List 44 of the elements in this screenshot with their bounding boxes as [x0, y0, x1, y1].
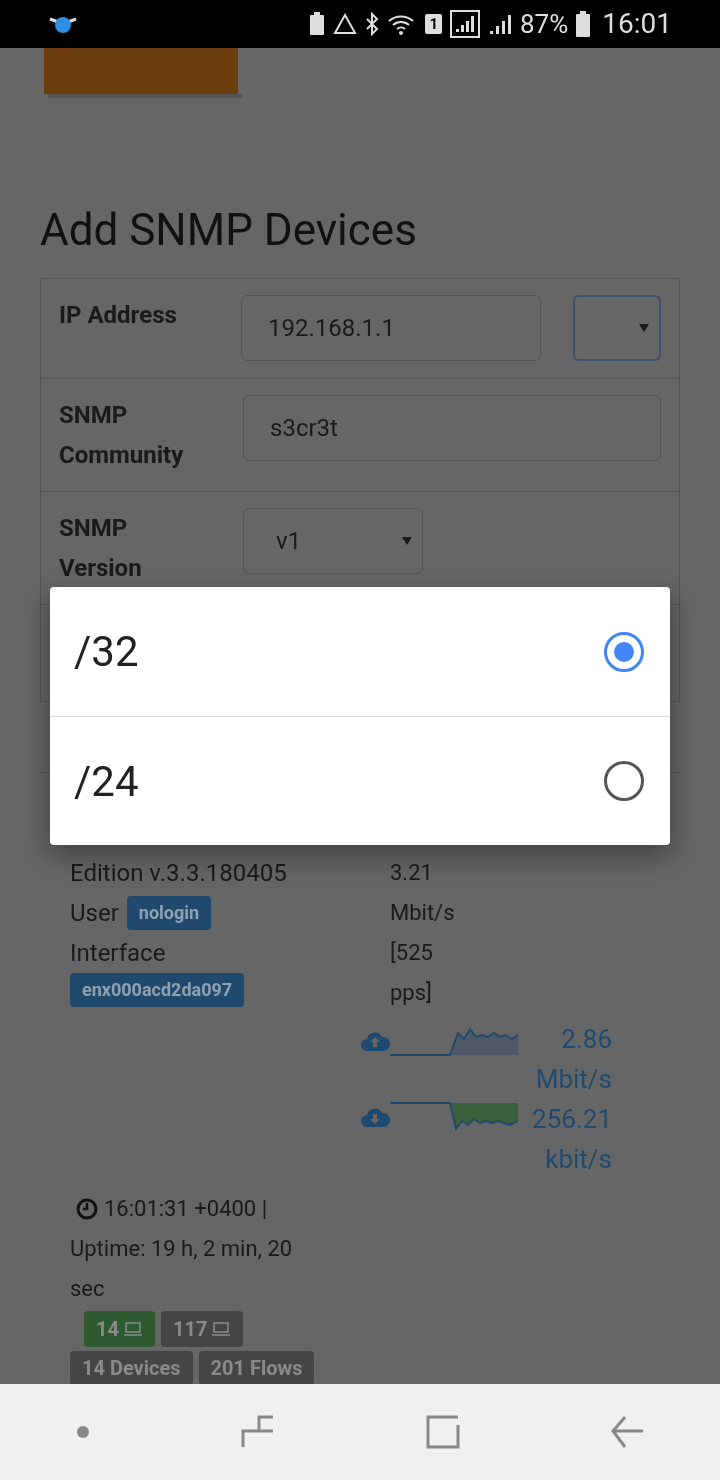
field-label: SNMP Version — [59, 513, 143, 584]
field-label: IP Address — [59, 300, 178, 331]
battery-saver-icon — [309, 12, 326, 36]
radio-button[interactable] — [604, 631, 644, 672]
uptime-text: Uptime: 19 h, 2 min, 20 sec — [70, 1235, 294, 1303]
throughput-text: 3.21 Mbit/s [525 pps] — [390, 859, 456, 1007]
bluetooth-icon — [365, 12, 380, 36]
dot-icon[interactable] — [75, 1425, 90, 1439]
user-badge: nologin — [126, 896, 212, 930]
signal-icon — [488, 12, 512, 36]
upload-rate: 2.86 Mbit/s — [534, 1023, 612, 1096]
caret-icon — [402, 537, 412, 545]
edition-text: Edition v.3.3.180405 — [70, 858, 288, 889]
caret-icon — [639, 324, 649, 332]
page-title: Add SNMP Devices — [40, 204, 418, 256]
signal-icon — [450, 10, 480, 38]
interface-label: Interface — [70, 938, 167, 969]
radio-button[interactable] — [604, 761, 644, 801]
clock: 16:01 — [602, 6, 672, 42]
field-label: SNMP Community — [59, 400, 185, 471]
user-label: User — [70, 898, 119, 929]
back-icon[interactable] — [610, 1415, 645, 1449]
community-field[interactable]: s3cr3t — [243, 395, 661, 461]
download-rate: 256.21 kbit/s — [531, 1103, 612, 1176]
cloud-upload-icon — [360, 1030, 390, 1052]
count-badge[interactable]: 14 Devices — [70, 1351, 193, 1385]
server-time: 16:01:31 +0400 | — [104, 1195, 268, 1223]
recent-apps-icon[interactable] — [240, 1415, 275, 1449]
netmask-option[interactable]: /32 — [50, 587, 670, 716]
laptop-icon — [122, 1321, 143, 1337]
ip-address-field[interactable]: 192.168.1.1 — [241, 295, 541, 361]
cloud-download-icon — [360, 1106, 390, 1128]
home-icon[interactable] — [425, 1415, 460, 1449]
count-badge[interactable]: 201 Flows — [198, 1351, 315, 1385]
battery-icon — [576, 11, 591, 37]
hosts-badge[interactable]: 14 — [84, 1311, 155, 1347]
hosts-badge[interactable]: 117 — [160, 1311, 244, 1347]
laptop-icon — [211, 1321, 232, 1337]
clock-icon — [76, 1198, 98, 1220]
battery-percent: 87% — [520, 7, 569, 41]
version-select[interactable]: v1 — [243, 508, 423, 574]
interface-badge: enx000acd2da097 — [70, 973, 245, 1007]
sim-badge: 1 — [425, 14, 442, 34]
netmask-option[interactable]: /24 — [50, 716, 670, 845]
